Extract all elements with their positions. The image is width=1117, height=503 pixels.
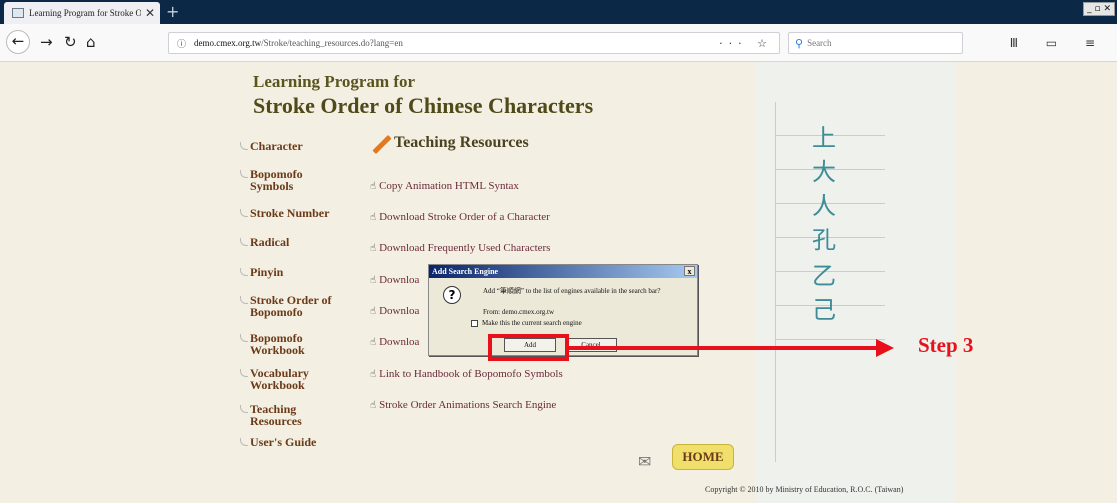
resource-label: Download Frequently Used Characters	[379, 242, 551, 254]
dialog-from: From: demo.cmex.org.tw	[483, 308, 555, 316]
copyright-text: Copyright © 2010 by Ministry of Educatio…	[705, 485, 904, 494]
resource-label: Downloa	[379, 274, 420, 286]
resource-link[interactable]: ☝ Download Frequently Used Characters	[370, 242, 550, 254]
site-title-line1: Learning Program for	[253, 72, 416, 91]
step-label: Step 3	[918, 333, 974, 357]
dialog-close-icon[interactable]: x	[684, 266, 695, 276]
nav-bopomofo-workbook[interactable]: Bopomofo Workbook	[240, 332, 320, 356]
back-icon[interactable]: ←	[6, 30, 30, 54]
pencil-icon	[371, 134, 392, 155]
browser-tab[interactable]: Learning Program for Stroke Orde ✕	[4, 2, 160, 24]
section-title: Teaching Resources	[394, 134, 529, 151]
resource-link[interactable]: ☝ Downloa	[370, 305, 419, 317]
resource-link[interactable]: ☝ Copy Animation HTML Syntax	[370, 180, 519, 192]
pointer-icon: ☝	[370, 306, 377, 317]
dialog-title: Add Search Engine	[432, 267, 499, 276]
nav-users-guide[interactable]: User's Guide	[239, 436, 316, 448]
resource-link[interactable]: ☝ Stroke Order Animations Search Engine	[370, 399, 556, 411]
grid-glyph: 乙	[812, 262, 836, 290]
grid-glyph: 孔	[812, 226, 836, 254]
resource-link[interactable]: ☝ Downloa	[370, 274, 419, 286]
nav-radical[interactable]: Radical	[239, 236, 289, 248]
arrow-line	[569, 346, 879, 350]
mail-icon[interactable]: ✉	[638, 452, 651, 471]
pointer-icon: ☝	[370, 243, 377, 254]
resource-label: Download Stroke Order of a Character	[379, 211, 550, 223]
default-engine-checkbox[interactable]: Make this the current search engine	[471, 319, 582, 327]
nav-character[interactable]: Character	[240, 140, 303, 152]
search-icon: ⚲	[795, 36, 804, 50]
tab-title: Learning Program for Stroke Orde	[29, 8, 141, 18]
grid-glyph: 上	[812, 124, 836, 152]
checkbox-box[interactable]	[471, 319, 478, 327]
resource-link[interactable]: ☝ Download Stroke Order of a Character	[370, 211, 550, 223]
browser-titlebar: Learning Program for Stroke Orde ✕ + _ ▫…	[0, 0, 1117, 24]
url-host: demo.cmex.org.tw	[194, 38, 262, 48]
nav-stroke-number[interactable]: Stroke Number	[239, 207, 329, 219]
pointer-icon: ☝	[370, 400, 377, 411]
resource-label: Copy Animation HTML Syntax	[379, 180, 519, 192]
question-icon: ?	[443, 286, 461, 304]
dialog-titlebar: Add Search Engine x	[429, 265, 697, 278]
site-title-line2: Stroke Order of Chinese Characters	[253, 93, 594, 118]
toolbar-icons[interactable]: Ⅲ ▭ ≡	[1010, 36, 1107, 50]
grid-glyph: 大	[812, 158, 836, 186]
forward-icon[interactable]: →	[40, 33, 53, 51]
reload-icon[interactable]: ↻	[64, 33, 77, 51]
nav-teaching-resources[interactable]: Teaching Resources	[240, 403, 320, 427]
tab-close-icon[interactable]: ✕	[145, 6, 155, 20]
resource-label: Stroke Order Animations Search Engine	[379, 399, 557, 411]
browser-navbar: ← → ↻ ⌂ ⓘ demo.cmex.org.tw /Stroke/teach…	[0, 24, 1117, 62]
window-controls[interactable]: _ ▫ ✕	[1083, 2, 1115, 16]
resource-link[interactable]: ☝ Downloa	[370, 336, 419, 348]
url-path: /Stroke/teaching_resources.do?lang=en	[261, 38, 403, 48]
site-info-icon[interactable]: ⓘ	[177, 37, 186, 50]
home-icon[interactable]: ⌂	[86, 33, 96, 51]
resource-label: Link to Handbook of Bopomofo Symbols	[379, 368, 563, 380]
nav-bopomofo-symbols[interactable]: Bopomofo Symbols	[240, 168, 310, 192]
pointer-icon: ☝	[370, 212, 377, 223]
url-actions[interactable]: ··· ☆	[719, 37, 773, 50]
favicon-icon	[12, 8, 24, 18]
arrow-head-icon	[876, 339, 894, 357]
new-tab-icon[interactable]: +	[166, 2, 179, 21]
home-button[interactable]: HOME	[672, 444, 734, 470]
pointer-icon: ☝	[370, 337, 377, 348]
grid-glyph: 人	[812, 192, 836, 220]
pointer-icon: ☝	[370, 369, 377, 380]
search-input[interactable]: ⚲ Search	[788, 32, 963, 54]
section-heading: Teaching Resources	[371, 134, 529, 155]
dialog-message: Add “筆順網” to the list of engines availab…	[483, 287, 661, 295]
search-placeholder: Search	[807, 38, 832, 48]
highlight-box	[488, 334, 569, 361]
nav-vocabulary-workbook[interactable]: Vocabulary Workbook	[240, 367, 320, 391]
resource-label: Downloa	[379, 305, 420, 317]
checkbox-label: Make this the current search engine	[482, 319, 582, 327]
nav-stroke-order-bopomofo[interactable]: Stroke Order of Bopomofo	[240, 294, 340, 318]
grid-glyph: 己	[812, 296, 836, 324]
resource-label: Downloa	[379, 336, 420, 348]
resource-link[interactable]: ☝ Link to Handbook of Bopomofo Symbols	[370, 368, 563, 380]
nav-pinyin[interactable]: Pinyin	[239, 266, 283, 278]
url-bar[interactable]: ⓘ demo.cmex.org.tw /Stroke/teaching_reso…	[168, 32, 780, 54]
pointer-icon: ☝	[370, 181, 377, 192]
pointer-icon: ☝	[370, 275, 377, 286]
